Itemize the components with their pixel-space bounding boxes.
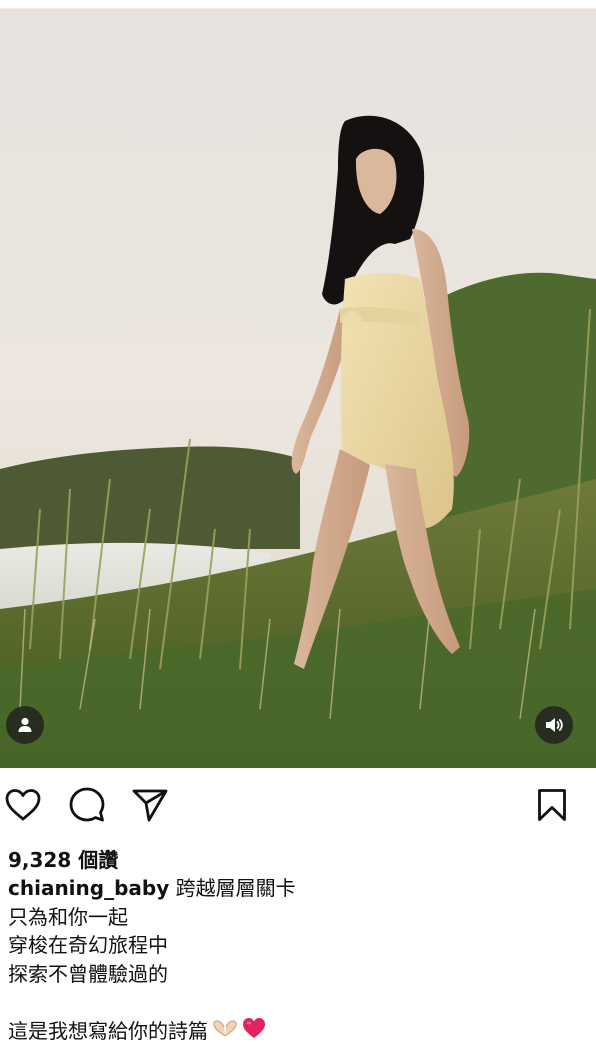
caption-last-line: 這是我想寫給你的詩篇	[8, 1017, 588, 1047]
save-button[interactable]	[532, 787, 572, 827]
share-button[interactable]	[130, 787, 170, 827]
caption-line: 只為和你一起	[8, 904, 128, 929]
caption-text: 這是我想寫給你的詩篇	[8, 1018, 208, 1043]
caption-line: 穿梭在奇幻旅程中	[8, 933, 168, 957]
user-tag-icon	[16, 716, 34, 734]
post-actions-bar	[0, 783, 596, 831]
speaker-icon	[544, 716, 564, 734]
top-divider	[0, 0, 596, 9]
like-button[interactable]	[3, 787, 43, 827]
red-heart-emoji	[242, 1017, 266, 1047]
comment-button[interactable]	[67, 787, 107, 827]
caption-first-line: chianing_baby 跨越層層關卡	[8, 874, 588, 903]
caption-text: 跨越層層關卡	[175, 876, 296, 900]
sound-toggle-button[interactable]	[535, 706, 573, 744]
caption-username[interactable]: chianing_baby	[8, 876, 169, 900]
like-count[interactable]: 9,328 個讚	[8, 844, 118, 873]
post-media[interactable]	[0, 9, 596, 768]
post-caption: chianing_baby 跨越層層關卡 只為和你一起 穿梭在奇幻旅程中 探索不…	[8, 874, 588, 1047]
heart-outline-icon	[4, 788, 42, 826]
post-photo	[0, 9, 596, 768]
heart-hands-emoji	[212, 1018, 238, 1047]
user-tag-button[interactable]	[6, 706, 44, 744]
paper-plane-icon	[132, 788, 168, 826]
bookmark-icon	[537, 788, 567, 826]
caption-line: 探索不曾體驗過的	[8, 961, 168, 986]
comment-bubble-icon	[69, 787, 105, 827]
